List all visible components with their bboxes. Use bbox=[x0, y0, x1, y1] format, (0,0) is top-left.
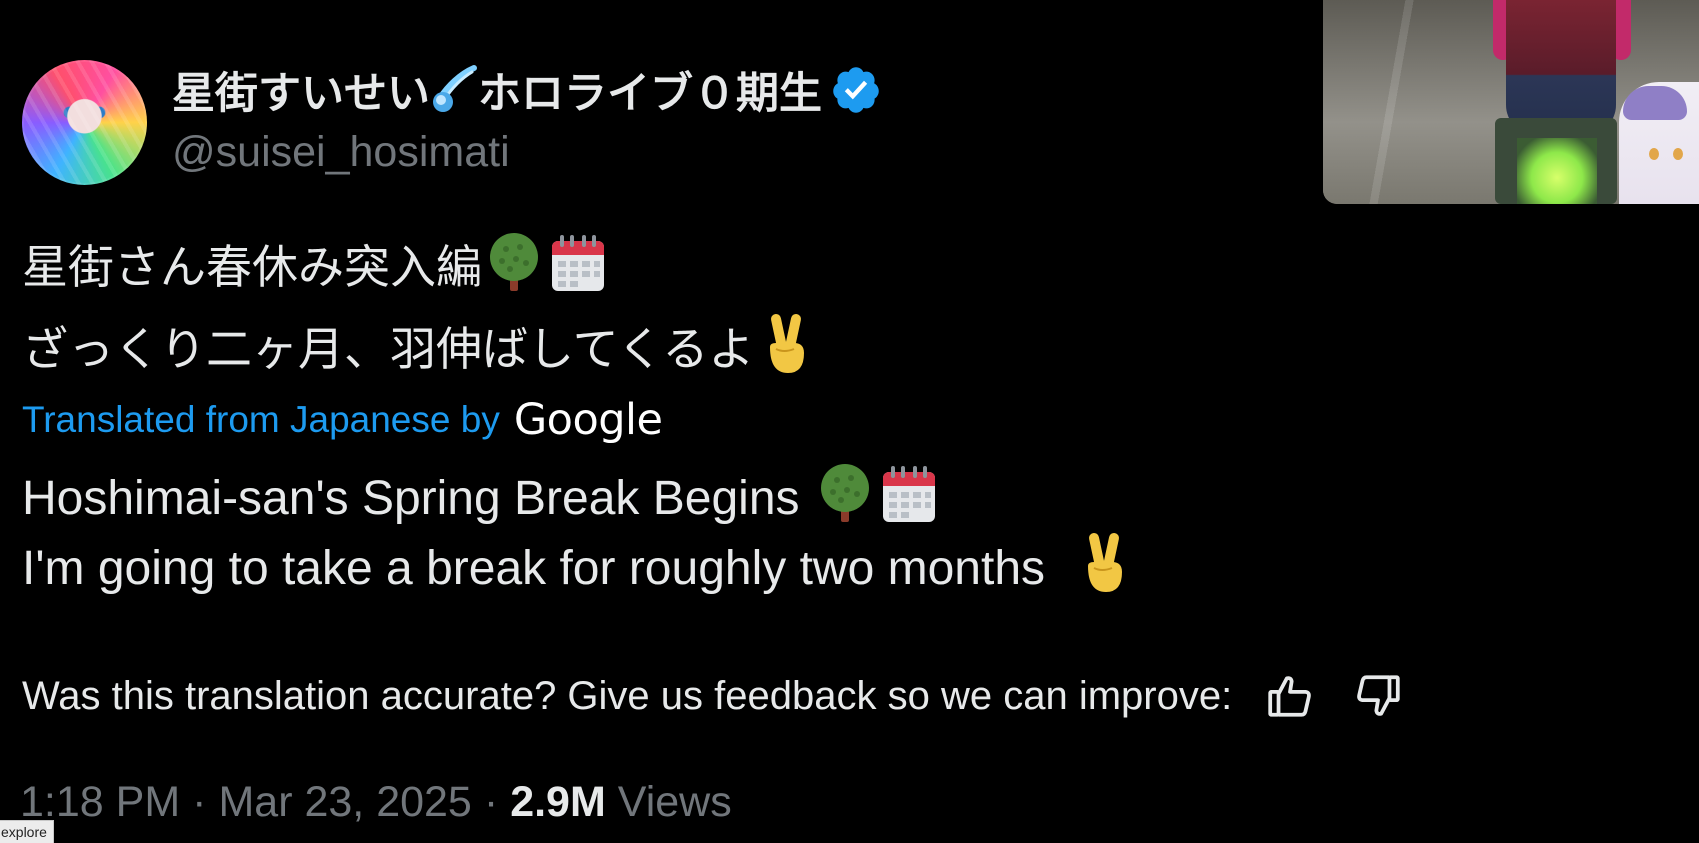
meta-separator: · bbox=[192, 777, 207, 826]
thumbs-down-icon bbox=[1357, 675, 1400, 716]
author-avatar[interactable] bbox=[22, 60, 147, 185]
translation-feedback-row: Was this translation accurate? Give us f… bbox=[22, 668, 1406, 724]
comet-emoji-icon bbox=[433, 65, 477, 112]
side-character-cat-hat bbox=[1623, 86, 1687, 120]
victory-hand-emoji-icon bbox=[770, 314, 805, 373]
thumbs-up-button[interactable] bbox=[1262, 668, 1318, 724]
calendar-emoji-icon bbox=[882, 466, 935, 522]
thumbs-up-icon bbox=[1268, 676, 1312, 717]
stream-glow-light bbox=[1517, 138, 1597, 204]
meta-separator: · bbox=[483, 777, 499, 826]
tweet-original-line-2: ざっくり二ヶ月、羽伸ばしてくるよ bbox=[22, 308, 818, 390]
browser-status-url: explore bbox=[0, 820, 54, 843]
views-label: Views bbox=[617, 777, 732, 826]
author-display-name-row[interactable]: 星街すいせい ホロライブ０期生 bbox=[172, 59, 882, 121]
views-count[interactable]: 2.9M bbox=[510, 778, 606, 827]
author-handle[interactable]: @suisei_hosimati bbox=[172, 128, 510, 177]
google-logo: Google bbox=[513, 395, 663, 445]
side-character-eye-right bbox=[1673, 148, 1683, 160]
tree-emoji-icon bbox=[820, 464, 869, 522]
tweet-timestamp-date[interactable]: Mar 23, 2025 bbox=[218, 778, 471, 827]
thumbs-down-button[interactable] bbox=[1350, 668, 1406, 724]
author-display-name-suffix[interactable]: ホロライブ０期生 bbox=[478, 59, 822, 121]
tweet-original-line-1: 星街さん春休み突入編 bbox=[22, 226, 818, 308]
stream-preview-video[interactable] bbox=[1323, 0, 1699, 204]
tweet-original-text: 星街さん春休み突入編 ざっくり二ヶ月、羽伸ばしてくるよ bbox=[22, 226, 818, 390]
tree-emoji-icon bbox=[490, 233, 538, 291]
stream-character-dress bbox=[1506, 0, 1616, 135]
calendar-emoji-icon bbox=[552, 235, 604, 291]
tweet-translated-line-1: Hoshimai-san's Spring Break Begins bbox=[22, 462, 1136, 532]
tweet-meta-row: 1:18 PM · Mar 23, 2025 · 2.9M Views bbox=[20, 774, 732, 830]
author-display-name[interactable]: 星街すいせい bbox=[172, 59, 430, 121]
translated-from-link[interactable]: Translated from Japanese by bbox=[22, 399, 500, 441]
verified-badge-icon[interactable] bbox=[830, 64, 882, 116]
tweet-translated-line-2: I'm going to take a break for roughly tw… bbox=[22, 532, 1136, 602]
victory-hand-emoji-icon bbox=[1087, 533, 1122, 592]
translation-attribution: Translated from Japanese by Google bbox=[22, 392, 663, 448]
tweet-translated-text: Hoshimai-san's Spring Break Begins I'm g… bbox=[22, 462, 1136, 602]
translation-feedback-prompt: Was this translation accurate? Give us f… bbox=[22, 673, 1233, 718]
side-character-eye-left bbox=[1649, 148, 1659, 160]
